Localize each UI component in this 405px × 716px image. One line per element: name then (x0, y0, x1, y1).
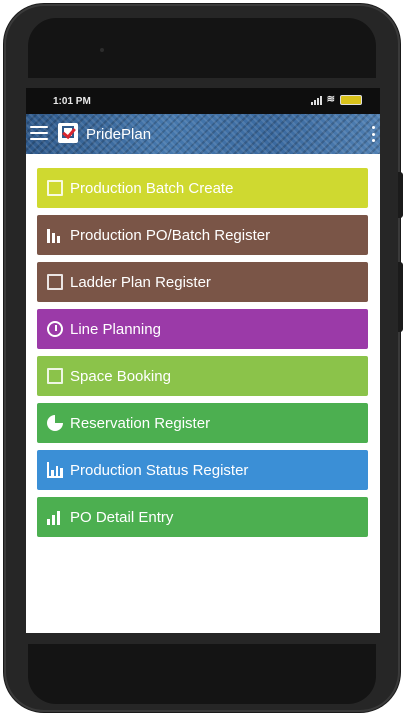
pie-chart-icon (47, 415, 63, 431)
menu-item-label: Production Batch Create (70, 179, 234, 197)
menu-item-label: PO Detail Entry (70, 508, 174, 526)
status-icons: ≋ (310, 94, 362, 105)
app-bar: PridePlan (26, 114, 380, 154)
menu-item-label: Production PO/Batch Register (70, 226, 271, 244)
menu-item-reservation-register[interactable]: Reservation Register (37, 403, 368, 443)
bar-chart-icon (47, 227, 63, 243)
app-screen: 1:01 PM ≋ PridePlan Production Batch Cre… (26, 88, 380, 633)
menu-item-label: Production Status Register (70, 461, 249, 479)
wifi-icon: ≋ (326, 94, 335, 105)
phone-bottom-bezel (28, 644, 376, 704)
clock-icon (47, 321, 63, 337)
menu-item-label: Ladder Plan Register (70, 273, 211, 291)
menu-item-space-booking[interactable]: Space Booking (37, 356, 368, 396)
menu-item-label: Line Planning (70, 320, 161, 338)
front-camera-icon (100, 48, 104, 52)
bar-chart-icon (47, 462, 64, 478)
overflow-menu-icon[interactable] (372, 126, 376, 142)
phone-top-bezel (28, 18, 376, 78)
power-button (398, 262, 403, 332)
status-bar: 1:01 PM ≋ (26, 88, 380, 114)
keyboard-icon (47, 368, 63, 384)
menu-item-production-batch-create[interactable]: Production Batch Create (37, 168, 368, 208)
menu-item-po-detail-entry[interactable]: PO Detail Entry (37, 497, 368, 537)
menu-item-line-planning[interactable]: Line Planning (37, 309, 368, 349)
signal-bars-icon (47, 509, 63, 525)
menu-item-label: Reservation Register (70, 414, 211, 432)
menu-icon[interactable] (30, 126, 48, 140)
menu-item-ladder-plan-register[interactable]: Ladder Plan Register (37, 262, 368, 302)
calendar-grid-icon (47, 180, 63, 196)
app-title: PridePlan (86, 126, 152, 143)
menu-item-production-po-batch-register[interactable]: Production PO/Batch Register (37, 215, 368, 255)
keyboard-icon (47, 274, 63, 290)
app-logo-icon (58, 123, 78, 143)
volume-button (398, 172, 403, 218)
menu-item-label: Space Booking (70, 367, 171, 385)
menu-item-production-status-register[interactable]: Production Status Register (37, 450, 368, 490)
status-time: 1:01 PM (53, 96, 91, 107)
battery-icon (340, 94, 362, 105)
main-menu: Production Batch Create Production PO/Ba… (37, 168, 368, 544)
signal-icon (310, 95, 322, 105)
